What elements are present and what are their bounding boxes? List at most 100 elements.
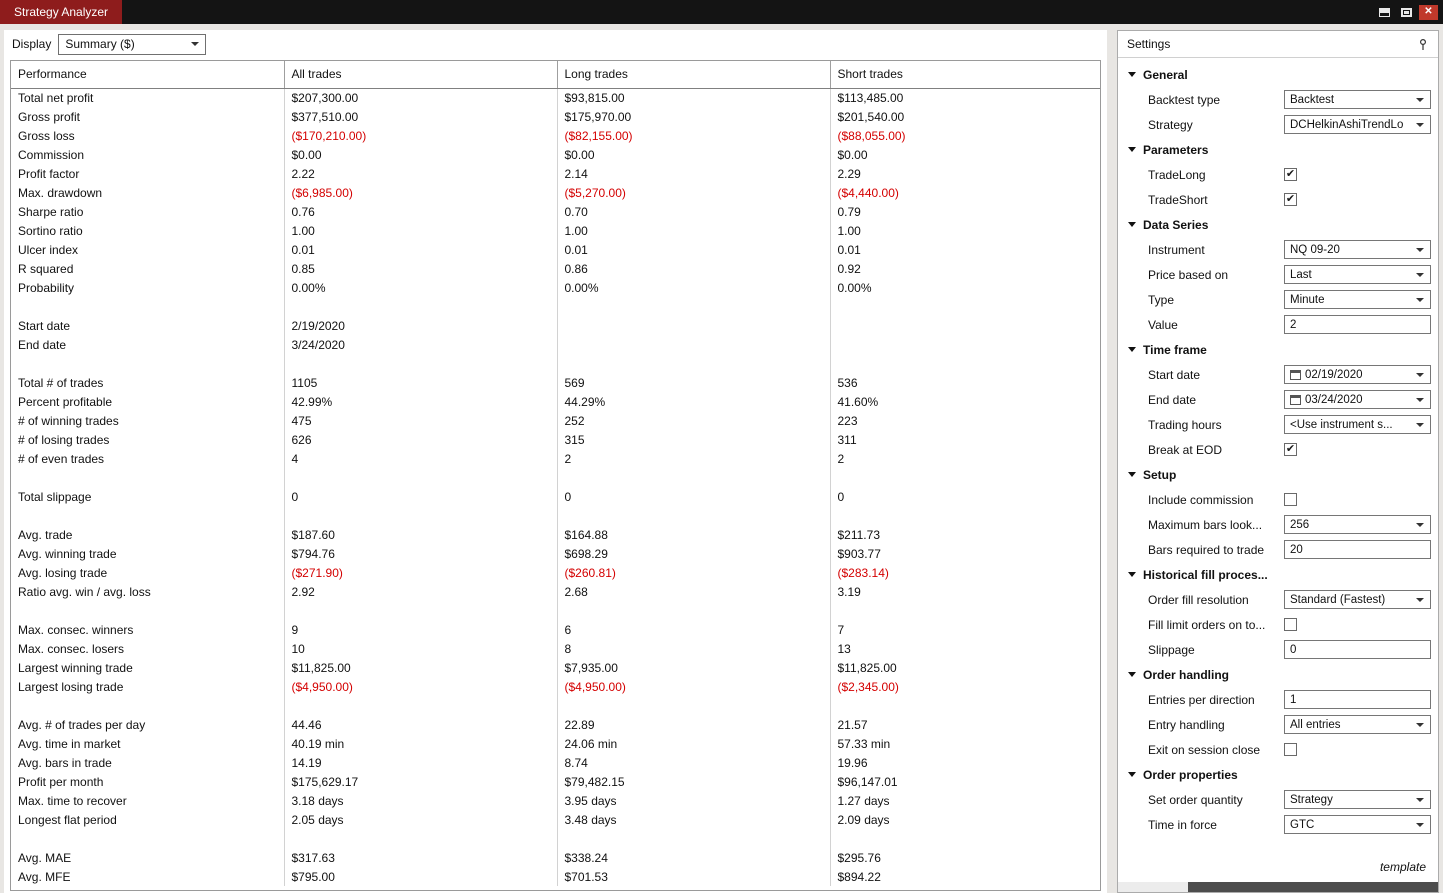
- metric-value-all: 626: [284, 430, 558, 449]
- setting-row: Backtest type Backtest: [1118, 87, 1438, 112]
- text-input[interactable]: 1: [1284, 690, 1431, 709]
- control-value: 256: [1290, 518, 1310, 531]
- collapse-triangle-icon: [1128, 772, 1136, 777]
- checkbox-unchecked[interactable]: [1284, 618, 1297, 631]
- metric-value-long: 44.29%: [557, 392, 831, 411]
- control-slot: Minute: [1284, 290, 1431, 309]
- control-value: Backtest: [1290, 93, 1335, 106]
- metric-value-all: 40.19 min: [284, 734, 558, 753]
- dropdown[interactable]: DCHelkinAshiTrendLo: [1284, 115, 1431, 134]
- metric-value-short: 19.96: [837, 755, 868, 770]
- header-performance: Performance: [11, 61, 285, 89]
- table-row: Avg. trade $187.60 $164.88 $211.73: [11, 525, 1100, 544]
- window-title: Strategy Analyzer: [0, 0, 123, 24]
- dropdown[interactable]: Minute: [1284, 290, 1431, 309]
- horizontal-scrollbar[interactable]: [1118, 882, 1438, 892]
- metric-value-short: 2.09 days: [837, 812, 890, 827]
- metric-value-all: $317.63: [284, 848, 558, 867]
- checkbox-unchecked[interactable]: [1284, 743, 1297, 756]
- metric-label: Max. time to recover: [11, 791, 285, 810]
- settings-header: Settings: [1118, 31, 1438, 58]
- section-header-order-handling[interactable]: Order handling: [1118, 662, 1438, 687]
- setting-row: TradeShort ✔: [1118, 187, 1438, 212]
- section-header-order-properties[interactable]: Order properties: [1118, 762, 1438, 787]
- minimize-button[interactable]: [1375, 5, 1394, 20]
- section-header-historical-fill-proces[interactable]: Historical fill proces...: [1118, 562, 1438, 587]
- section-header-general[interactable]: General: [1118, 62, 1438, 87]
- section-header-time-frame[interactable]: Time frame: [1118, 337, 1438, 362]
- display-label: Display: [12, 37, 52, 51]
- checkbox-unchecked[interactable]: [1284, 493, 1297, 506]
- dropdown[interactable]: All entries: [1284, 715, 1431, 734]
- control-value: 0: [1290, 643, 1297, 656]
- pin-icon[interactable]: [1417, 38, 1429, 51]
- text-input[interactable]: 2: [1284, 315, 1431, 334]
- metric-value-short: ($2,345.00): [837, 679, 899, 694]
- metric-value-short: $201,540.00: [837, 109, 905, 124]
- metric-value-long: [557, 316, 831, 335]
- metric-label: Total slippage: [11, 487, 285, 506]
- close-icon: ✕: [1424, 6, 1433, 17]
- maximize-button[interactable]: [1397, 5, 1416, 20]
- metric-value-all: 2.22: [284, 164, 558, 183]
- dropdown[interactable]: Last: [1284, 265, 1431, 284]
- metric-value-short: 0.79: [837, 204, 861, 219]
- metric-value-short: [830, 696, 1100, 715]
- metric-value-all: 475: [284, 411, 558, 430]
- section-header-parameters[interactable]: Parameters: [1118, 137, 1438, 162]
- section-label: General: [1143, 67, 1188, 82]
- dropdown[interactable]: 256: [1284, 515, 1431, 534]
- chevron-down-icon: [1416, 247, 1424, 252]
- settings-footer-link[interactable]: template: [1118, 860, 1438, 882]
- metric-value-short: $0.00: [837, 147, 868, 162]
- checkbox-checked[interactable]: ✔: [1284, 168, 1297, 181]
- text-input[interactable]: 20: [1284, 540, 1431, 559]
- dropdown[interactable]: Backtest: [1284, 90, 1431, 109]
- checkbox-checked[interactable]: ✔: [1284, 193, 1297, 206]
- section-header-data-series[interactable]: Data Series: [1118, 212, 1438, 237]
- control-slot: 0: [1284, 640, 1431, 659]
- date-picker[interactable]: 02/19/2020: [1284, 365, 1431, 384]
- metric-value-all: ($6,985.00): [284, 183, 558, 202]
- scrollbar-thumb[interactable]: [1188, 882, 1438, 892]
- metric-label: [11, 354, 285, 373]
- metric-value-all: 1105: [284, 373, 558, 392]
- text-input[interactable]: 0: [1284, 640, 1431, 659]
- chevron-down-icon: [1416, 822, 1424, 827]
- setting-label: Type: [1148, 292, 1175, 307]
- metric-value-all: 44.46: [284, 715, 558, 734]
- metric-value-long: 6: [557, 620, 831, 639]
- display-select[interactable]: Summary ($): [58, 33, 207, 55]
- metric-value-short: ($4,440.00): [837, 185, 899, 200]
- setting-label: Slippage: [1148, 642, 1195, 657]
- table-row: Probability 0.00% 0.00% 0.00%: [11, 278, 1100, 297]
- setting-row: End date 03/24/2020: [1118, 387, 1438, 412]
- setting-row: Trading hours <Use instrument s...: [1118, 412, 1438, 437]
- setting-label: TradeLong: [1148, 167, 1206, 182]
- metric-label: # of even trades: [11, 449, 285, 468]
- close-button[interactable]: ✕: [1419, 4, 1438, 20]
- metric-value-short: $211.73: [837, 527, 881, 542]
- dropdown[interactable]: Standard (Fastest): [1284, 590, 1431, 609]
- metric-label: Avg. time in market: [11, 734, 285, 753]
- setting-row: Time in force GTC: [1118, 812, 1438, 837]
- metric-value-all: $187.60: [284, 525, 558, 544]
- dropdown[interactable]: Strategy: [1284, 790, 1431, 809]
- metric-label: Avg. MAE: [11, 848, 285, 867]
- section-header-setup[interactable]: Setup: [1118, 462, 1438, 487]
- table-row: Avg. losing trade ($271.90) ($260.81) ($283…: [11, 563, 1100, 582]
- dropdown[interactable]: <Use instrument s...: [1284, 415, 1431, 434]
- metric-label: Total # of trades: [11, 373, 285, 392]
- control-value: Last: [1290, 268, 1312, 281]
- date-picker[interactable]: 03/24/2020: [1284, 390, 1431, 409]
- table-row: Max. time to recover 3.18 days 3.95 days 1.…: [11, 791, 1100, 810]
- checkbox-checked[interactable]: ✔: [1284, 443, 1297, 456]
- table-row: Longest flat period 2.05 days 3.48 days 2.0…: [11, 810, 1100, 829]
- setting-label: End date: [1148, 392, 1197, 407]
- spacer-row: [11, 468, 1100, 487]
- metric-value-long: ($5,270.00): [557, 183, 831, 202]
- metric-label: [11, 601, 285, 620]
- dropdown[interactable]: GTC: [1284, 815, 1431, 834]
- metric-label: Gross profit: [11, 107, 285, 126]
- dropdown[interactable]: NQ 09-20: [1284, 240, 1431, 259]
